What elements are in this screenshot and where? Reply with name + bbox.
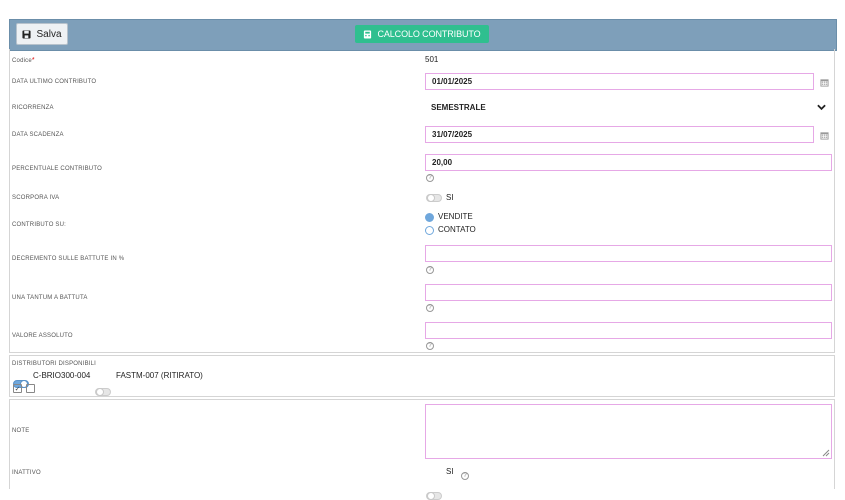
- codice-label-text: Codice: [12, 58, 32, 64]
- distributore-toggle-fastm-007[interactable]: [95, 388, 111, 396]
- distributore-label-c-brio300-004: C-BRIO300-004: [33, 371, 91, 380]
- distributori-label: DISTRIBUTORI DISPONIBILI: [12, 361, 97, 367]
- scorpora-iva-toggle[interactable]: [426, 194, 442, 202]
- inattivo-toggle-label: SI: [446, 467, 454, 476]
- resize-handle-icon[interactable]: [822, 449, 830, 457]
- scorpora-iva-toggle-label: SI: [446, 193, 454, 202]
- calendar-icon[interactable]: [820, 131, 829, 140]
- ricorrenza-select[interactable]: SEMESTRALE: [425, 99, 832, 116]
- calendar-icon[interactable]: [820, 78, 829, 87]
- ricorrenza-selected-value: SEMESTRALE: [431, 103, 486, 112]
- codice-label: Codice*: [12, 57, 35, 64]
- percentuale-label: PERCENTUALE CONTRIBUTO: [12, 166, 102, 172]
- note-label: NOTE: [12, 428, 30, 434]
- save-button[interactable]: Salva: [16, 23, 68, 45]
- decremento-field[interactable]: [425, 245, 832, 262]
- calculator-icon: [364, 29, 372, 39]
- radio-contato-label: CONTATO: [438, 225, 476, 234]
- codice-value: 501: [425, 55, 439, 64]
- data-ultimo-label: DATA ULTIMO CONTRIBUTO: [12, 79, 97, 85]
- valore-assoluto-field[interactable]: [425, 322, 832, 339]
- distributore-label-fastm-007: FASTM-007 (RITIRATO): [116, 371, 203, 380]
- data-scadenza-field[interactable]: 31/07/2025: [425, 126, 814, 143]
- data-scadenza-label: DATA SCADENZA: [12, 132, 64, 138]
- required-mark: *: [31, 57, 35, 64]
- calcolo-contributo-label: CALCOLO CONTRIBUTO: [377, 29, 481, 39]
- help-icon[interactable]: ?: [426, 174, 434, 182]
- valore-assoluto-label: VALORE ASSOLUTO: [12, 333, 73, 339]
- help-icon[interactable]: ?: [426, 342, 434, 350]
- contributo-su-label: CONTRIBUTO SU:: [12, 222, 67, 228]
- una-tantum-label: UNA TANTUM A BATTUTA: [12, 295, 88, 301]
- ricorrenza-label: RICORRENZA: [12, 105, 54, 111]
- form-panel: [9, 49, 835, 353]
- calcolo-contributo-button[interactable]: CALCOLO CONTRIBUTO: [355, 25, 489, 43]
- una-tantum-field[interactable]: [425, 284, 832, 301]
- decremento-label: DECREMENTO SULLE BATTUTE IN %: [12, 256, 125, 262]
- deselect-all-checkbox[interactable]: [26, 384, 35, 393]
- data-ultimo-field[interactable]: 01/01/2025: [425, 73, 814, 90]
- scorpora-iva-label: SCORPORA IVA: [12, 195, 60, 201]
- help-icon[interactable]: ?: [426, 266, 434, 274]
- floppy-disk-icon: [22, 29, 32, 39]
- chevron-down-icon: [817, 104, 826, 111]
- inattivo-label: INATTIVO: [12, 470, 41, 476]
- percentuale-field[interactable]: 20,00: [425, 154, 832, 171]
- select-all-checkbox[interactable]: ✓: [13, 384, 22, 393]
- radio-contato[interactable]: [425, 226, 434, 235]
- save-button-label: Salva: [36, 28, 62, 40]
- inattivo-toggle[interactable]: [426, 492, 442, 500]
- note-textarea[interactable]: [425, 404, 832, 459]
- help-icon[interactable]: ?: [461, 472, 469, 480]
- radio-vendite[interactable]: [425, 213, 434, 222]
- help-icon[interactable]: ?: [426, 304, 434, 312]
- radio-vendite-label: VENDITE: [438, 212, 473, 221]
